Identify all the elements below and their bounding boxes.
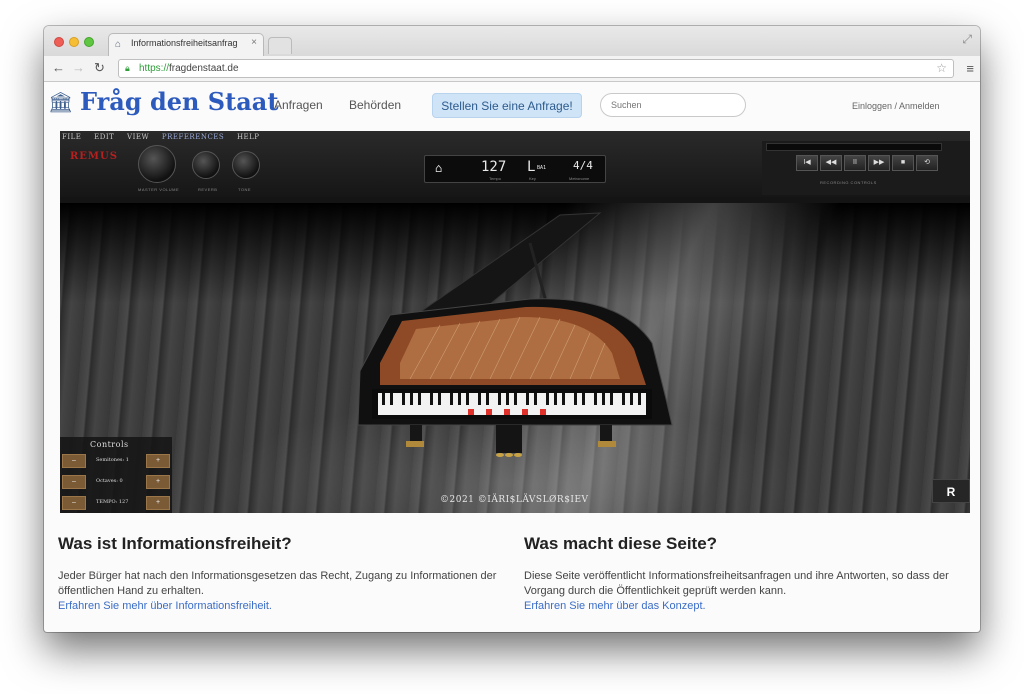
login-link[interactable]: Einloggen / Anmelden <box>852 101 940 111</box>
learn-more-foi-link[interactable]: Erfahren Sie mehr über Informationsfreih… <box>58 599 498 614</box>
info-column-left: Was ist Informationsfreiheit? Jeder Bürg… <box>58 534 498 614</box>
octaves-plus-button[interactable]: + <box>146 475 170 489</box>
tab-title: Informationsfreiheitsanfrag <box>131 38 238 48</box>
minimize-window-button[interactable] <box>69 37 79 47</box>
grand-piano-illustration <box>357 212 673 457</box>
pedals[interactable] <box>496 453 522 457</box>
transport-display <box>766 143 942 151</box>
browser-window: ⌂ Informationsfreiheitsanfrag × ⤢ ← → ↻ … <box>44 26 980 632</box>
close-window-button[interactable] <box>54 37 64 47</box>
corner-logo: R <box>932 479 970 503</box>
knob-label-volume: MASTER VOLUME <box>138 187 180 192</box>
app-menu-view[interactable]: VIEW <box>127 133 149 141</box>
left-text: Jeder Bürger hat nach den Informationsge… <box>58 570 497 597</box>
right-text: Diese Seite veröffentlicht Informationsf… <box>524 570 949 597</box>
browser-tab[interactable]: ⌂ Informationsfreiheitsanfrag × <box>108 33 264 56</box>
app-menu-bar: FILE EDIT VIEW PREFERENCES HELP <box>62 133 270 141</box>
address-bar[interactable]: 🔒︎ https://fragdenstaat.de ☆ <box>118 59 954 78</box>
app-topbar: FILE EDIT VIEW PREFERENCES HELP REMUS MA… <box>60 131 970 197</box>
site-header: 🏛︎ Fråg den Staat Anfragen Behörden Stel… <box>44 83 980 125</box>
nav-link-anfragen[interactable]: Anfragen <box>274 98 323 112</box>
pause-icon[interactable]: II <box>844 155 866 171</box>
reload-icon[interactable]: ↻ <box>94 60 105 76</box>
fast-forward-icon[interactable]: ▶▶ <box>868 155 890 171</box>
app-menu-help[interactable]: HELP <box>237 133 260 141</box>
app-menu-edit[interactable]: EDIT <box>94 133 114 141</box>
zoom-window-button[interactable] <box>84 37 94 47</box>
octaves-label: Octaves: 0 <box>96 478 123 484</box>
caster-left <box>406 441 424 447</box>
key-label: Key <box>529 176 536 181</box>
rewind-icon[interactable]: ◀◀ <box>820 155 842 171</box>
transport-label: RECORDING CONTROLS <box>820 180 877 185</box>
tempo-value: 127 <box>481 159 507 175</box>
browser-titlebar: ⌂ Informationsfreiheitsanfrag × ⤢ <box>44 26 980 56</box>
loop-icon[interactable]: ⟲ <box>916 155 938 171</box>
forward-icon[interactable]: → <box>72 60 85 75</box>
tempo-minus-button[interactable]: – <box>62 496 86 510</box>
tempo-plus-button[interactable]: + <box>146 496 170 510</box>
learn-more-concept-link[interactable]: Erfahren Sie mehr über das Konzept. <box>524 599 964 614</box>
octaves-minus-button[interactable]: – <box>62 475 86 489</box>
url-host: fragdenstaat.de <box>169 63 239 74</box>
tab-close-icon[interactable]: × <box>251 37 257 48</box>
new-tab-button[interactable] <box>268 37 292 54</box>
url-scheme: https:// <box>139 63 170 74</box>
semitones-label: Semitones: 1 <box>96 457 129 463</box>
left-heading: Was ist Informationsfreiheit? <box>58 534 292 553</box>
piano-stage <box>60 203 970 513</box>
building-logo-icon[interactable]: 🏛︎ <box>48 90 73 115</box>
browser-menu-icon[interactable]: ≡ <box>966 61 974 76</box>
tempo-control-label: TEMPO: 127 <box>96 499 129 505</box>
search-input[interactable] <box>600 93 746 117</box>
nav-link-behoerden[interactable]: Behörden <box>349 98 401 112</box>
tone-knob[interactable] <box>232 151 260 179</box>
semitones-minus-button[interactable]: – <box>62 454 86 468</box>
app-menu-file[interactable]: FILE <box>62 133 81 141</box>
site-favicon-icon: ⌂ <box>115 39 122 50</box>
reverb-knob[interactable] <box>192 151 220 179</box>
app-brand: REMUS <box>70 151 118 162</box>
semitones-plus-button[interactable]: + <box>146 454 170 468</box>
fullscreen-icon[interactable]: ⤢ <box>962 32 972 47</box>
right-heading: Was macht diese Seite? <box>524 534 718 553</box>
key-value: L <box>527 159 536 175</box>
pedal-lyre <box>496 425 522 453</box>
lock-icon: 🔒︎ <box>125 63 130 73</box>
knob-label-reverb: REVERB <box>198 187 218 192</box>
tempo-label: Tempo <box>489 176 502 181</box>
browser-toolbar: ← → ↻ 🔒︎ https://fragdenstaat.de ☆ ≡ <box>44 56 980 82</box>
meter-label: Metronome <box>569 176 590 181</box>
bookmark-star-icon[interactable]: ☆ <box>936 61 947 75</box>
master-volume-knob[interactable] <box>138 145 176 183</box>
info-column-right: Was macht diese Seite? Diese Seite veröf… <box>524 534 964 614</box>
new-request-button[interactable]: Stellen Sie eine Anfrage! <box>432 93 582 118</box>
piano-app-image: FILE EDIT VIEW PREFERENCES HELP REMUS MA… <box>60 131 970 513</box>
site-logo[interactable]: Fråg den Staat <box>80 87 278 116</box>
stop-icon[interactable]: ■ <box>892 155 914 171</box>
app-menu-preferences[interactable]: PREFERENCES <box>162 133 224 141</box>
knob-label-tone: TONE <box>238 187 252 192</box>
lcd-display: ⌂ 127 Tempo L BA1 Key 4/4 Metronome <box>424 155 606 183</box>
controls-panel: Controls – Semitones: 1 + – Octaves: 0 +… <box>60 437 172 513</box>
key-sub: BA1 <box>537 165 547 171</box>
controls-title: Controls <box>90 440 129 449</box>
piano-mode-icon: ⌂ <box>435 161 443 175</box>
back-icon[interactable]: ← <box>52 60 65 75</box>
meter-value: 4/4 <box>573 159 593 172</box>
skip-back-icon[interactable]: I◀ <box>796 155 818 171</box>
caster-right <box>598 441 616 447</box>
app-copyright: ©2021 ©IÄRI$LÄVSLØR$IEV <box>440 495 589 505</box>
